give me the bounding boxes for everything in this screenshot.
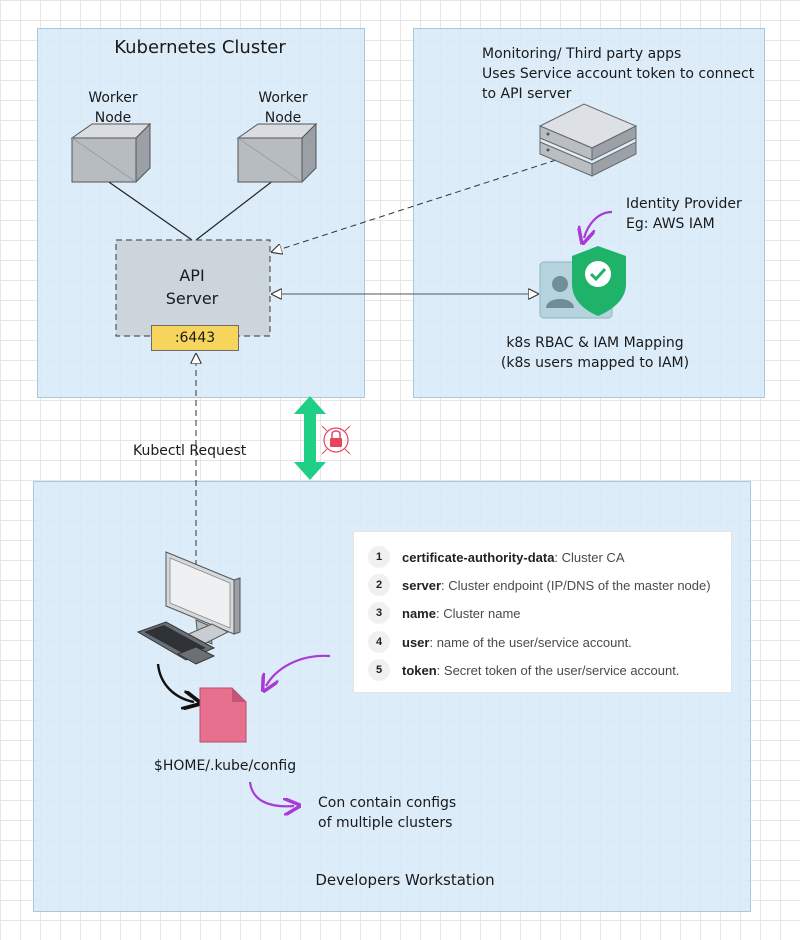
api-port-badge: :6443 bbox=[151, 325, 239, 351]
field-description: : Cluster endpoint (IP/DNS of the master… bbox=[441, 577, 711, 593]
worker-node-right-icon bbox=[236, 122, 318, 184]
field-number: 5 bbox=[368, 659, 390, 681]
field-term: token bbox=[402, 662, 437, 678]
worker-left-link bbox=[105, 179, 193, 241]
server-rack-icon bbox=[538, 103, 638, 177]
field-term: server bbox=[402, 577, 442, 593]
field-number: 3 bbox=[368, 602, 390, 624]
worker-node-right-label: Worker Node bbox=[258, 90, 308, 126]
card-to-config-arrow bbox=[266, 654, 331, 686]
field-number: 2 bbox=[368, 574, 390, 596]
field-term: name bbox=[402, 605, 436, 621]
worker-node-left-icon bbox=[70, 122, 152, 184]
field-number: 4 bbox=[368, 631, 390, 653]
kubectl-request-label: Kubectl Request bbox=[133, 443, 247, 459]
monitoring-to-api-arrow bbox=[272, 159, 557, 252]
config-note-label: Con contain configs of multiple clusters bbox=[318, 795, 457, 831]
identity-provider-label: Identity Provider Eg: AWS IAM bbox=[626, 196, 742, 232]
field-term: user bbox=[402, 634, 430, 650]
lock-icon bbox=[321, 425, 351, 455]
config-field-row: 1 certificate-authority-data : Cluster C… bbox=[368, 545, 625, 569]
developers-workstation-title: Developers Workstation bbox=[315, 871, 495, 889]
field-number: 1 bbox=[368, 546, 390, 568]
worker-node-left-label: Worker Node bbox=[88, 90, 138, 126]
monitoring-apps-label: Monitoring/ Third party apps Uses Servic… bbox=[482, 46, 755, 102]
config-field-row: 3 name : Cluster name bbox=[368, 601, 521, 625]
field-description: : name of the user/service account. bbox=[429, 634, 632, 650]
field-description: : Secret token of the user/service accou… bbox=[436, 662, 680, 678]
config-field-row: 2 server : Cluster endpoint (IP/DNS of t… bbox=[368, 573, 711, 597]
kubeconfig-path-label: $HOME/.kube/config bbox=[153, 758, 297, 774]
field-description: : Cluster CA bbox=[554, 549, 625, 565]
rbac-mapping-label: k8s RBAC & IAM Mapping (k8s users mapped… bbox=[500, 335, 690, 371]
config-file-icon bbox=[199, 687, 247, 743]
config-note-arrow bbox=[248, 781, 294, 806]
workstation-computer-icon bbox=[136, 551, 241, 665]
worker-right-link bbox=[195, 179, 275, 241]
identity-provider-pointer bbox=[584, 210, 613, 238]
secure-connection-arrow bbox=[294, 396, 326, 480]
config-field-row: 5 token : Secret token of the user/servi… bbox=[368, 658, 679, 682]
kubeconfig-fields-card: 1 certificate-authority-data : Cluster C… bbox=[353, 531, 732, 693]
config-pointer-arrow bbox=[156, 663, 194, 702]
field-term: certificate-authority-data bbox=[402, 549, 555, 565]
config-field-row: 4 user : name of the user/service accoun… bbox=[368, 630, 632, 654]
kubernetes-cluster-title: Kubernetes Cluster bbox=[114, 37, 286, 58]
api-server-label: API Server bbox=[165, 266, 219, 308]
field-description: : Cluster name bbox=[435, 605, 521, 621]
